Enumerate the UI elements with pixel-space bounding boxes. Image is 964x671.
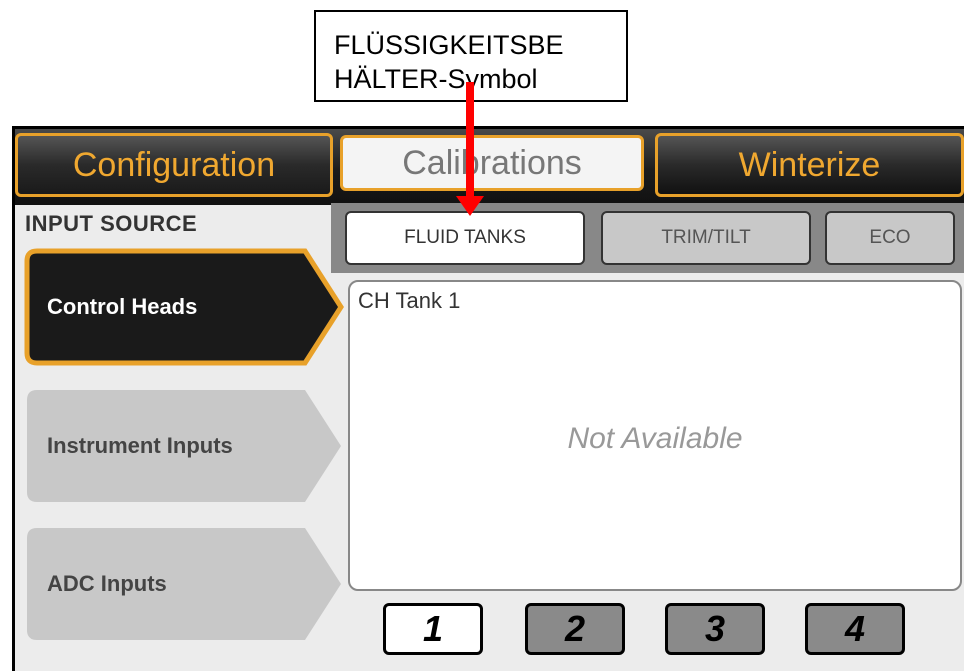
panel-title: CH Tank 1 xyxy=(358,288,461,313)
not-available-message: Not Available xyxy=(567,422,743,455)
callout-text: FLÜSSIGKEITSBE HÄLTER-Symbol xyxy=(334,28,564,96)
tab-calibrations[interactable]: Calibrations xyxy=(340,135,644,191)
input-source-instrument-inputs[interactable]: Instrument Inputs xyxy=(23,386,345,506)
input-source-control-heads[interactable]: Control Heads xyxy=(23,247,345,367)
callout-line-1: FLÜSSIGKEITSBE xyxy=(334,30,564,60)
sub-tab-eco[interactable]: ECO xyxy=(825,211,955,265)
input-source-adc-inputs[interactable]: ADC Inputs xyxy=(23,524,345,644)
annotation-arrow-head xyxy=(456,196,484,216)
page-button-2[interactable]: 2 xyxy=(525,603,625,655)
sub-tab-strip: FLUID TANKS TRIM/TILT ECO xyxy=(331,203,964,273)
sub-tab-trim-tilt[interactable]: TRIM/TILT xyxy=(601,211,811,265)
tab-configuration[interactable]: Configuration xyxy=(15,133,333,197)
annotation-arrow-line xyxy=(466,82,474,200)
page-button-3[interactable]: 3 xyxy=(665,603,765,655)
callout-line-2: HÄLTER-Symbol xyxy=(334,64,538,94)
sub-tab-fluid-tanks[interactable]: FLUID TANKS xyxy=(345,211,585,265)
instrument-inputs-label: Instrument Inputs xyxy=(47,433,233,458)
page-button-4[interactable]: 4 xyxy=(805,603,905,655)
adc-inputs-label: ADC Inputs xyxy=(47,571,167,596)
control-heads-label: Control Heads xyxy=(47,294,198,319)
device-screen: Configuration Calibrations Winterize INP… xyxy=(12,126,964,671)
tank-panel: CH Tank 1 Not Available xyxy=(348,280,962,591)
page-button-1[interactable]: 1 xyxy=(383,603,483,655)
tab-winterize[interactable]: Winterize xyxy=(655,133,964,197)
input-source-heading: INPUT SOURCE xyxy=(25,211,198,236)
